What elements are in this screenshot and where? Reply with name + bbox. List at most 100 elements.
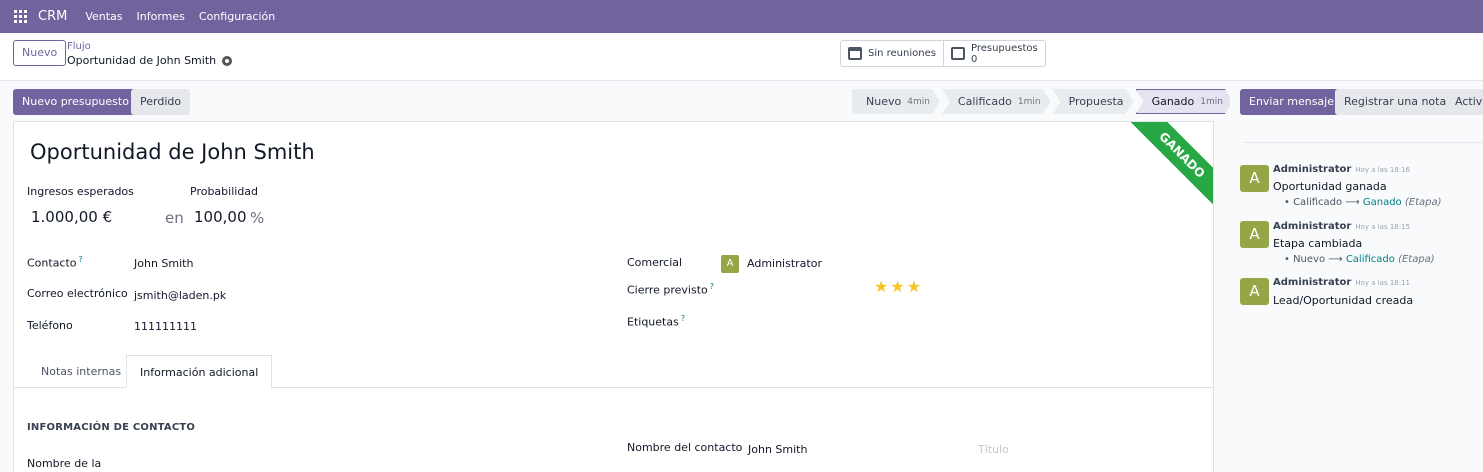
message-author-name[interactable]: Administrator [1273,221,1351,232]
form-sheet: GANADO Oportunidad de John Smith Ingreso… [13,121,1214,472]
stage-name: Propuesta [1068,95,1124,108]
control-panel: Nuevo Flujo Oportunidad de John Smith Si… [0,33,1483,81]
lost-button[interactable]: Perdido [131,89,191,115]
breadcrumb-current: Oportunidad de John Smith [67,54,233,67]
star-icon[interactable]: ★ [874,279,888,295]
tab-internal-notes[interactable]: Notas internas [28,355,134,388]
help-icon[interactable]: ? [79,255,83,264]
smart-buttons: Sin reuniones Presupuestos 0 [840,40,1046,67]
help-icon[interactable]: ? [681,314,685,323]
edit-document-icon [950,47,965,60]
email-field[interactable]: jsmith@laden.pk [134,289,226,302]
calendar-icon [848,47,862,60]
menu-ventas[interactable]: Ventas [85,10,122,23]
contact-label-text: Contacto [27,256,77,270]
opportunity-title[interactable]: Oportunidad de John Smith [30,140,315,164]
quotations-smart-button[interactable]: Presupuestos 0 [942,41,1045,66]
probability-unit: % [250,209,265,227]
contact-name-field[interactable]: John Smith [748,443,807,456]
message-author-name[interactable]: Administrator [1273,277,1351,288]
contact-info-section-title: INFORMACIÓN DE CONTACTO [27,422,196,433]
message-time: Hoy a las 18:16 [1355,166,1411,174]
breadcrumb-current-label: Oportunidad de John Smith [67,54,217,67]
menu-configuracion[interactable]: Configuración [199,10,275,23]
message-body: Lead/Oportunidad creada [1273,294,1414,307]
expected-revenue-field[interactable]: 1.000,00 € [31,208,112,226]
probability-prefix: en [165,209,184,227]
quotations-count: 0 [970,53,978,65]
arrow-right-icon: ⟶ [1328,254,1343,265]
salesperson-label: Comercial [627,256,683,269]
contact-name-label: Nombre del contacto [627,441,743,454]
stage-name: Nuevo [866,95,902,108]
tracking-old-value: Calificado [1293,197,1343,208]
tags-label: Etiquetas? [627,314,685,329]
top-navbar: CRM Ventas Informes Configuración [0,0,1483,33]
salesperson-field[interactable]: Administrator [747,257,822,270]
contact-field[interactable]: John Smith [134,257,193,270]
chatter-panel: Enviar mensaje Registrar una nota Activi… [1230,81,1483,472]
stage-duration: 1min [1200,96,1223,107]
expected-closing-label: Cierre previsto? [627,282,714,297]
stage-statusbar: Nuevo 4min Calificado 1min Propuesta Gan… [852,89,1235,114]
tracking-change: • Calificado ⟶ Ganado (Etapa) [1284,197,1442,208]
tracking-change: • Nuevo ⟶ Calificado (Etapa) [1284,254,1435,265]
meetings-label: Sin reuniones [868,48,936,59]
send-message-button[interactable]: Enviar mensaje [1240,89,1343,115]
email-label: Correo electrónico [27,287,128,300]
gear-icon[interactable] [222,55,233,66]
breadcrumb-parent[interactable]: Flujo [67,41,91,52]
log-note-button[interactable]: Registrar una nota [1335,89,1456,115]
stage-ganado[interactable]: Ganado 1min [1136,89,1233,114]
stage-name: Calificado [957,95,1012,108]
contact-label: Contacto? [27,255,83,270]
priority-stars[interactable]: ★ ★ ★ [874,279,921,295]
avatar[interactable]: A [1240,221,1269,248]
title-field-placeholder[interactable]: Título [978,443,1009,456]
stage-nuevo[interactable]: Nuevo 4min [852,89,940,114]
help-icon[interactable]: ? [710,282,714,291]
star-icon[interactable]: ★ [890,279,904,295]
menu-informes[interactable]: Informes [137,10,185,23]
tracking-field: (Etapa) [1398,254,1435,265]
stage-propuesta[interactable]: Propuesta [1053,89,1134,114]
probability-field[interactable]: 100,00 [194,208,247,226]
tracking-new-value: Calificado [1345,254,1395,265]
quotations-label: Presupuestos [970,42,1038,54]
phone-field[interactable]: 111111111 [134,320,197,333]
company-name-label: Nombre de la [27,457,102,470]
new-quotation-button[interactable]: Nuevo presupuesto [13,89,138,115]
message-author: Administrator Hoy a las 18:16 [1273,164,1410,175]
tracking-field: (Etapa) [1404,197,1442,208]
activities-button[interactable]: Activi [1446,89,1483,115]
star-icon[interactable]: ★ [907,279,921,295]
avatar[interactable]: A [1240,165,1269,192]
chatter-divider [1244,142,1483,143]
message-body: Etapa cambiada [1273,237,1363,250]
avatar[interactable]: A [1240,278,1269,305]
message-body: Oportunidad ganada [1273,180,1387,193]
stage-calificado[interactable]: Calificado 1min [942,89,1051,114]
won-ribbon: GANADO [1102,122,1213,235]
apps-grid-icon[interactable] [14,9,28,24]
tracking-new-value: Ganado [1362,197,1402,208]
tags-label-text: Etiquetas [627,315,679,329]
stage-duration: 1min [1017,96,1041,107]
meetings-smart-button[interactable]: Sin reuniones [841,41,943,66]
notebook-tabs: Notas internas Información adicional [14,355,1213,388]
expected-closing-label-text: Cierre previsto [627,283,708,297]
probability-label: Probabilidad [190,185,259,198]
salesperson-avatar: A [721,255,739,273]
message-time: Hoy a las 18:11 [1355,279,1411,287]
tab-extra-info[interactable]: Información adicional [126,355,273,388]
stage-name: Ganado [1151,95,1195,108]
stage-duration: 4min [907,96,930,107]
arrow-right-icon: ⟶ [1345,197,1360,208]
message-author: Administrator Hoy a las 18:15 [1273,221,1410,232]
app-name[interactable]: CRM [38,9,67,24]
message-author: Administrator Hoy a las 18:11 [1273,277,1410,288]
new-button[interactable]: Nuevo [13,40,67,66]
expected-revenue-label: Ingresos esperados [27,185,134,198]
message-author-name[interactable]: Administrator [1273,164,1351,175]
message-time: Hoy a las 18:15 [1355,223,1411,231]
